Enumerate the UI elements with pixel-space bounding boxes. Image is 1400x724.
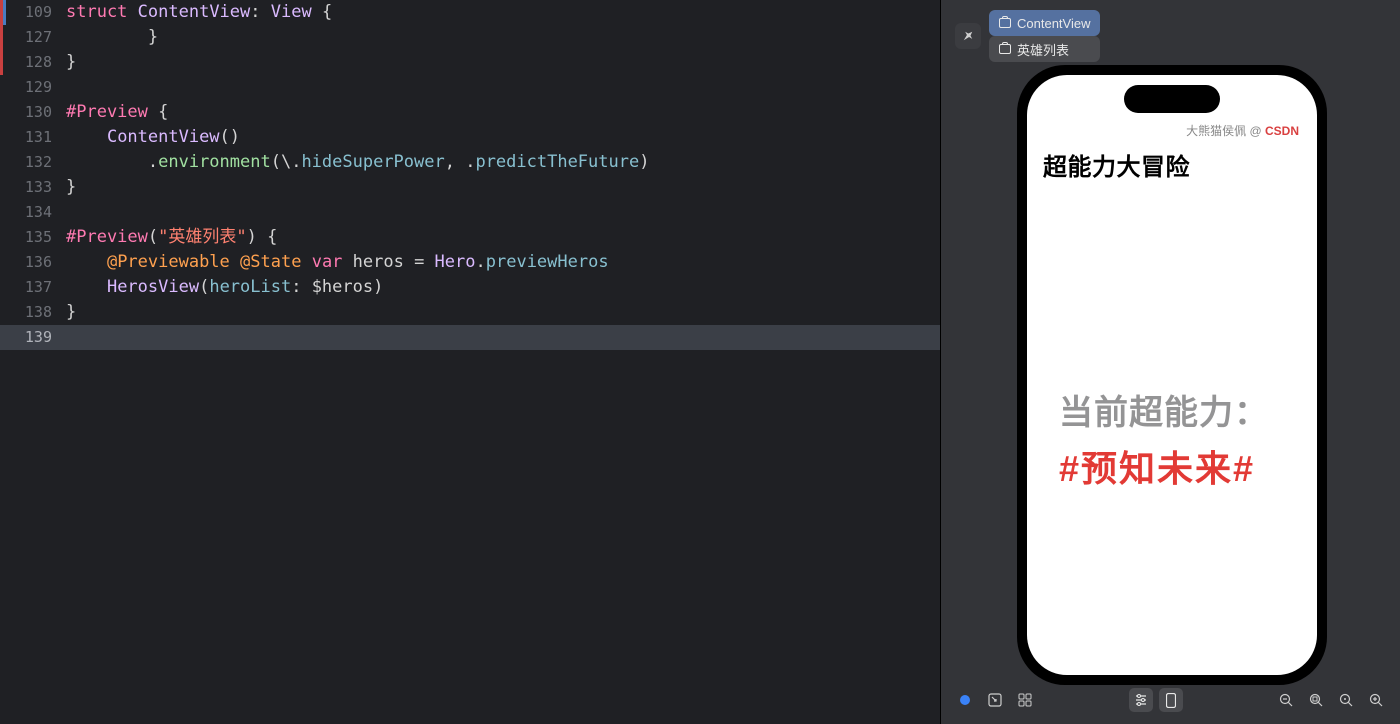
superpower-label: 当前超能力：: [1059, 385, 1297, 434]
code-line[interactable]: 135#Preview("英雄列表") {: [0, 225, 940, 250]
preview-tab-label: ContentView: [1017, 16, 1090, 31]
code-line[interactable]: 134: [0, 200, 940, 225]
gutter-marker-blue: [3, 0, 6, 25]
zoom-out-icon: [1279, 693, 1294, 708]
code-content[interactable]: struct ContentView: View {: [66, 0, 940, 25]
line-number: 132: [0, 150, 66, 175]
code-line[interactable]: 131 ContentView(): [0, 125, 940, 150]
preview-tab[interactable]: ContentView: [989, 10, 1100, 36]
line-number: 128: [0, 50, 66, 75]
code-content[interactable]: }: [66, 300, 940, 325]
preview-toolbar: [953, 688, 1388, 712]
grid-icon: [1018, 693, 1032, 707]
code-line[interactable]: 133}: [0, 175, 940, 200]
pin-icon: [962, 30, 974, 42]
line-number: 109: [0, 0, 66, 25]
code-content[interactable]: @Previewable @State var heros = Hero.pre…: [66, 250, 940, 275]
zoom-out-button[interactable]: [1274, 688, 1298, 712]
line-number: 134: [0, 200, 66, 225]
line-number: 135: [0, 225, 66, 250]
app-nav-title: 超能力大冒险: [1043, 147, 1190, 182]
content-text: 当前超能力： #预知未来#: [1059, 385, 1297, 492]
line-number: 137: [0, 275, 66, 300]
code-content[interactable]: [66, 75, 940, 100]
archivebox-icon: [999, 18, 1011, 28]
code-line[interactable]: 132 .environment(\.hideSuperPower, .pred…: [0, 150, 940, 175]
code-line[interactable]: 129: [0, 75, 940, 100]
preview-canvas: ContentView 英雄列表 大熊猫侯佩 @ CSDN 超能力大冒险 当前超能…: [940, 0, 1400, 724]
phone-icon: [1166, 693, 1176, 708]
zoom-in-icon: [1369, 693, 1384, 708]
preview-tab-label: 英雄列表: [1017, 40, 1069, 59]
code-line[interactable]: 127 }: [0, 25, 940, 50]
line-number: 133: [0, 175, 66, 200]
device-frame: 大熊猫侯佩 @ CSDN 超能力大冒险 当前超能力： #预知未来#: [1017, 65, 1327, 685]
code-line[interactable]: 139: [0, 325, 940, 350]
line-number: 131: [0, 125, 66, 150]
device-bezel-button[interactable]: [1159, 688, 1183, 712]
code-line[interactable]: 130#Preview {: [0, 100, 940, 125]
code-content[interactable]: [66, 325, 940, 350]
code-line[interactable]: 109struct ContentView: View {: [0, 0, 940, 25]
code-content[interactable]: #Preview("英雄列表") {: [66, 225, 940, 250]
device-settings-button[interactable]: [1129, 688, 1153, 712]
sliders-icon: [1134, 693, 1148, 707]
cursor-box-icon: [988, 693, 1002, 707]
line-number: 138: [0, 300, 66, 325]
live-preview-button[interactable]: [953, 688, 977, 712]
code-content[interactable]: }: [66, 25, 940, 50]
dynamic-island: [1124, 85, 1220, 113]
code-line[interactable]: 136 @Previewable @State var heros = Hero…: [0, 250, 940, 275]
code-content[interactable]: #Preview {: [66, 100, 940, 125]
zoom-fit-button[interactable]: [1304, 688, 1328, 712]
zoom-actual-button[interactable]: [1334, 688, 1358, 712]
preview-tab[interactable]: 英雄列表: [989, 36, 1100, 62]
code-line[interactable]: 128}: [0, 50, 940, 75]
zoom-in-button[interactable]: [1364, 688, 1388, 712]
code-editor[interactable]: 109struct ContentView: View {127 }128}12…: [0, 0, 940, 724]
line-number: 139: [0, 325, 66, 350]
code-content[interactable]: }: [66, 175, 940, 200]
code-content[interactable]: HerosView(heroList: $heros): [66, 275, 940, 300]
code-content[interactable]: }: [66, 50, 940, 75]
watermark-brand: CSDN: [1265, 124, 1299, 138]
zoom-fit-icon: [1309, 693, 1324, 708]
code-content[interactable]: ContentView(): [66, 125, 940, 150]
variants-button[interactable]: [1013, 688, 1037, 712]
line-number: 136: [0, 250, 66, 275]
device-screen: 大熊猫侯佩 @ CSDN 超能力大冒险 当前超能力： #预知未来#: [1027, 75, 1317, 675]
watermark-text: 大熊猫侯佩 @: [1186, 124, 1265, 138]
code-line[interactable]: 138}: [0, 300, 940, 325]
selectable-button[interactable]: [983, 688, 1007, 712]
archivebox-icon: [999, 44, 1011, 54]
preview-tab-bar: ContentView 英雄列表: [955, 10, 1100, 62]
pin-button[interactable]: [955, 23, 981, 49]
line-number: 129: [0, 75, 66, 100]
line-number: 127: [0, 25, 66, 50]
zoom-100-icon: [1339, 693, 1354, 708]
line-number: 130: [0, 100, 66, 125]
code-line[interactable]: 137 HerosView(heroList: $heros): [0, 275, 940, 300]
watermark: 大熊猫侯佩 @ CSDN: [1186, 122, 1299, 139]
code-content[interactable]: [66, 200, 940, 225]
code-content[interactable]: .environment(\.hideSuperPower, .predictT…: [66, 150, 940, 175]
superpower-value: #预知未来#: [1059, 440, 1297, 492]
